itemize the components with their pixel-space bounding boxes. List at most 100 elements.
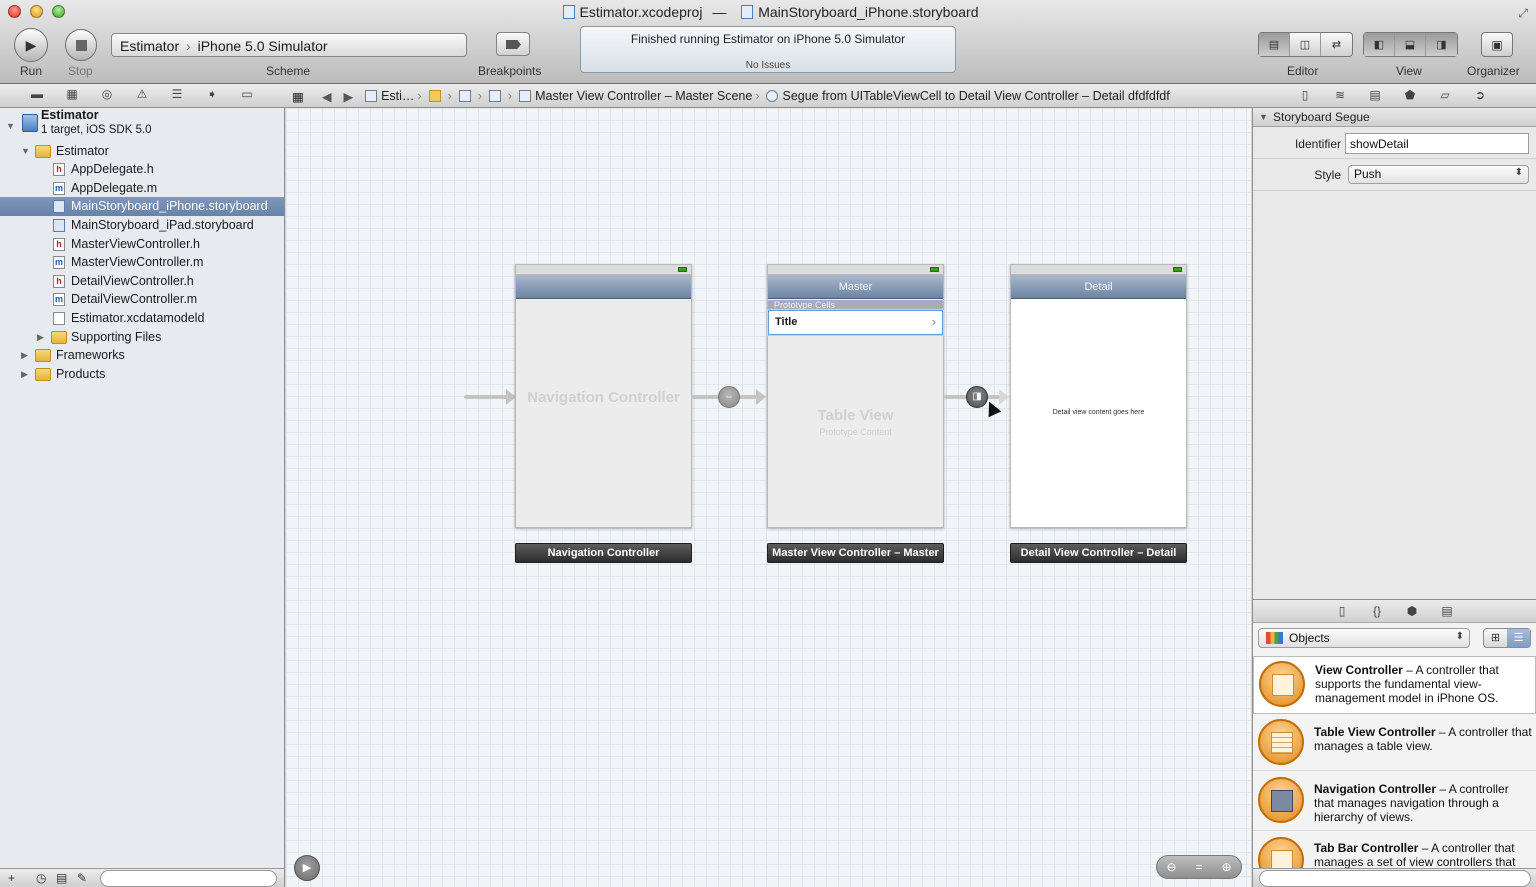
library-selector[interactable]: Objects	[1258, 628, 1470, 648]
disclosure-closed-icon[interactable]: ▶	[21, 365, 28, 384]
prototype-cell[interactable]: Title ›	[768, 310, 943, 335]
navigation-controller-scene[interactable]: Navigation Controller	[515, 264, 692, 528]
view-control[interactable]: ◧ ⬓ ◨	[1363, 32, 1458, 57]
file-m-icon: m	[53, 293, 65, 306]
tree-item-masterviewcontroller-h[interactable]: h MasterViewController.h	[0, 235, 284, 254]
file-icon	[488, 90, 501, 102]
zoom-control[interactable]: ⊖ = ⊕	[1156, 855, 1242, 879]
identifier-field[interactable]	[1345, 133, 1529, 154]
battery-icon	[1173, 267, 1182, 272]
push-segue-arrow-head	[999, 389, 1009, 405]
tree-item-detailviewcontroller-h[interactable]: h DetailViewController.h	[0, 272, 284, 291]
forward-icon[interactable]: ▶	[343, 89, 353, 104]
library-view-toggle[interactable]: ⊞ ☰	[1483, 628, 1531, 648]
tree-item-storyboard-ipad[interactable]: MainStoryboard_iPad.storyboard	[0, 216, 284, 235]
fullscreen-icon[interactable]: ⤢	[1518, 6, 1528, 21]
standard-editor-icon[interactable]: ▤	[1259, 33, 1290, 56]
project-navigator-icon[interactable]: ▬	[27, 87, 47, 101]
related-files-icon[interactable]: ▦	[292, 89, 304, 104]
library-item-view-controller[interactable]: View Controller – A controller that supp…	[1253, 656, 1536, 714]
disclosure-closed-icon[interactable]: ▶	[21, 346, 28, 365]
detail-scene[interactable]: Detail Detail view content goes here	[1010, 264, 1187, 528]
storyboard-canvas[interactable]: Navigation Controller Navigation Control…	[286, 108, 1251, 887]
connections-inspector-icon[interactable]: ➲	[1470, 88, 1490, 102]
file-template-library-icon[interactable]: ▯	[1332, 604, 1352, 618]
disclosure-open-icon[interactable]: ▼	[6, 117, 15, 136]
attributes-inspector-icon[interactable]: ⬟	[1400, 88, 1420, 102]
scm-icon[interactable]: ▤	[56, 871, 67, 885]
tree-item-frameworks[interactable]: ▶ Frameworks	[0, 346, 284, 365]
navigator-toggle-icon[interactable]: ◧	[1364, 33, 1395, 56]
library-item-tab-bar-controller[interactable]: Tab Bar Controller – A controller that m…	[1253, 833, 1536, 868]
quick-help-icon[interactable]: ≋	[1330, 88, 1350, 102]
zoom-out-icon[interactable]: ⊖	[1166, 860, 1176, 874]
tree-item-appdelegate-h[interactable]: h AppDelegate.h	[0, 160, 284, 179]
zoom-fit-icon[interactable]: =	[1195, 860, 1202, 874]
zoom-in-icon[interactable]: ⊕	[1221, 860, 1231, 874]
media-library-icon[interactable]: ▤	[1437, 604, 1457, 618]
scheme-arrow: ›	[186, 38, 191, 54]
tree-item-storyboard-iphone[interactable]: MainStoryboard_iPhone.storyboard	[0, 197, 284, 216]
disclosure-closed-icon[interactable]: ▶	[37, 328, 44, 347]
run-button[interactable]: ▶	[14, 28, 48, 62]
debug-navigator-icon[interactable]: ☰	[167, 87, 187, 101]
edited-icon[interactable]: ✎	[77, 871, 87, 885]
tree-item-xcdatamodeld[interactable]: Estimator.xcdatamodeld	[0, 309, 284, 328]
tree-item-estimator-folder[interactable]: ▼ Estimator	[0, 142, 284, 161]
tree-item-supporting-files[interactable]: ▶ Supporting Files	[0, 328, 284, 347]
scheme-selector[interactable]: Estimator › iPhone 5.0 Simulator	[111, 33, 467, 57]
inspector-section-title[interactable]: Storyboard Segue	[1253, 108, 1536, 127]
storyboard-icon	[53, 200, 65, 213]
library-filter-input[interactable]	[1259, 870, 1531, 887]
project-root[interactable]: ▼ Estimator 1 target, iOS SDK 5.0	[0, 108, 284, 140]
symbol-navigator-icon[interactable]: ▦	[62, 87, 82, 101]
back-icon[interactable]: ◀	[322, 89, 332, 104]
library-item-table-view-controller[interactable]: Table View Controller – A controller tha…	[1253, 715, 1536, 771]
list-view-icon[interactable]: ☰	[1507, 629, 1530, 647]
organizer-button[interactable]: ▣	[1481, 32, 1513, 57]
library-item-navigation-controller[interactable]: Navigation Controller – A controller tha…	[1253, 773, 1536, 831]
add-icon[interactable]: +	[8, 871, 15, 885]
navigator-filter-input[interactable]	[100, 870, 277, 887]
activity-view: Finished running Estimator on iPhone 5.0…	[580, 26, 956, 73]
nav-controller-label[interactable]: Navigation Controller	[515, 543, 692, 563]
jump-scene[interactable]: Master View Controller – Master Scene	[535, 89, 752, 103]
issue-navigator-icon[interactable]: ⚠	[132, 87, 152, 101]
activity-issues: No Issues	[745, 60, 791, 71]
relationship-segue-icon[interactable]: ⇔	[718, 386, 740, 408]
assistant-editor-icon[interactable]: ◫	[1290, 33, 1321, 56]
document-outline-toggle-icon[interactable]: ▶	[294, 855, 320, 881]
search-navigator-icon[interactable]: ◎	[97, 87, 117, 101]
master-scene[interactable]: Master Prototype Cells Title › Table Vie…	[767, 264, 944, 528]
version-editor-icon[interactable]: ⇄	[1321, 33, 1352, 56]
file-h-icon: h	[53, 163, 65, 176]
tree-item-detailviewcontroller-m[interactable]: m DetailViewController.m	[0, 290, 284, 309]
tree-item-masterviewcontroller-m[interactable]: m MasterViewController.m	[0, 253, 284, 272]
identifier-label: Identifier	[1294, 137, 1341, 151]
jump-project[interactable]: Esti…	[381, 89, 414, 103]
tree-item-products[interactable]: ▶ Products	[0, 365, 284, 384]
navigation-controller-icon	[1258, 777, 1304, 823]
disclosure-open-icon[interactable]: ▼	[21, 142, 30, 161]
editor-mode-control[interactable]: ▤ ◫ ⇄	[1258, 32, 1353, 57]
detail-scene-label[interactable]: Detail View Controller – Detail	[1010, 543, 1187, 563]
grid-view-icon[interactable]: ⊞	[1484, 629, 1507, 647]
stop-button[interactable]	[65, 29, 97, 61]
recent-icon[interactable]: ◷	[36, 871, 46, 885]
library-footer	[1252, 868, 1536, 887]
master-scene-label[interactable]: Master View Controller – Master	[767, 543, 944, 563]
jump-segue[interactable]: Segue from UITableViewCell to Detail Vie…	[782, 89, 1169, 103]
breakpoint-navigator-icon[interactable]: ➧	[202, 87, 222, 101]
identity-inspector-icon[interactable]: ▤	[1365, 88, 1385, 102]
utilities-toggle-icon[interactable]: ◨	[1426, 33, 1457, 56]
breakpoints-button[interactable]	[496, 32, 530, 56]
code-snippet-library-icon[interactable]: {}	[1367, 604, 1387, 618]
size-inspector-icon[interactable]: ▱	[1435, 88, 1455, 102]
editor-label: Editor	[1287, 64, 1319, 78]
debug-area-toggle-icon[interactable]: ⬓	[1395, 33, 1426, 56]
file-inspector-icon[interactable]: ▯	[1295, 88, 1315, 102]
log-navigator-icon[interactable]: ▭	[237, 87, 257, 101]
style-popup[interactable]: Push	[1348, 165, 1529, 184]
tree-item-appdelegate-m[interactable]: m AppDelegate.m	[0, 179, 284, 198]
object-library-icon[interactable]: ⬢	[1402, 604, 1422, 618]
